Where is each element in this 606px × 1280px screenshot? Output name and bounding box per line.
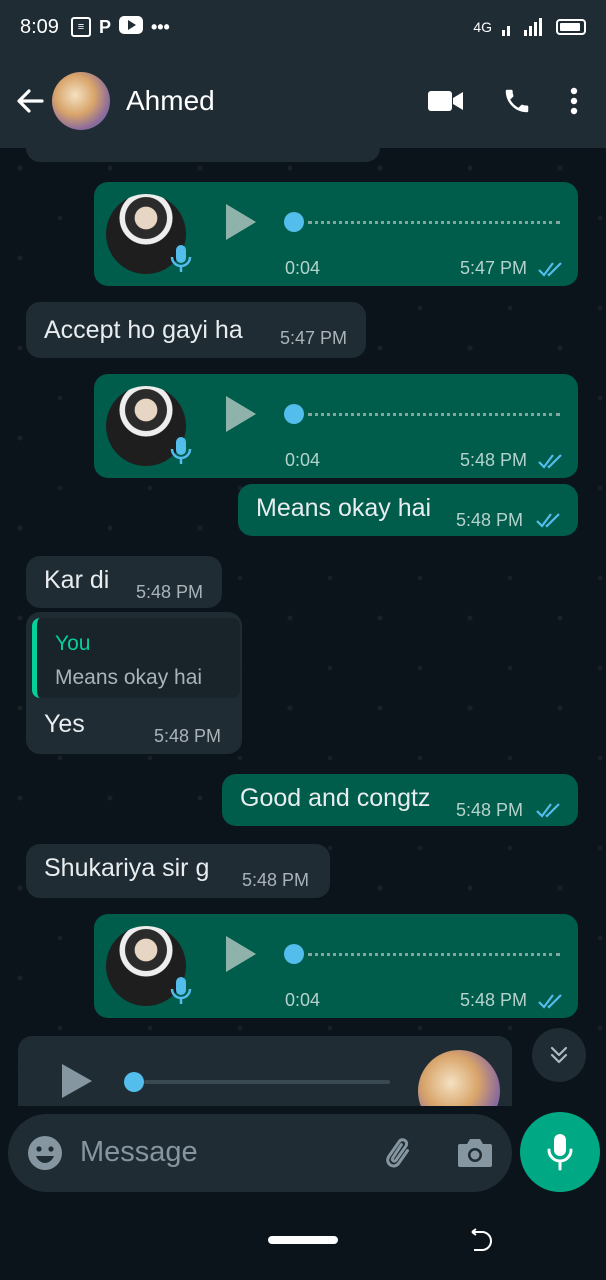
preview-progress-track[interactable] — [144, 1080, 390, 1084]
message-time: 5:48 PM — [456, 510, 524, 530]
voice-message[interactable]: 0:04 5:48 PM — [94, 374, 578, 478]
message-time: 5:48 PM — [460, 450, 528, 470]
play-icon[interactable] — [222, 934, 258, 974]
message-time: 5:47 PM — [460, 258, 528, 278]
mic-icon — [547, 1134, 573, 1171]
play-icon[interactable] — [60, 1062, 94, 1100]
voice-record-button[interactable] — [520, 1112, 600, 1192]
battery-icon — [556, 19, 586, 35]
more-notifications-icon: ••• — [150, 16, 170, 37]
voice-duration: 0:04 — [285, 450, 321, 470]
back-button[interactable] — [8, 79, 52, 123]
mic-icon — [170, 245, 192, 272]
contact-avatar[interactable] — [52, 72, 110, 130]
youtube-icon — [118, 15, 143, 39]
mic-icon — [170, 437, 192, 464]
chat-area[interactable]: 0:04 5:47 PM Accept ho gayi ha 5:47 PM 0… — [0, 148, 606, 1106]
status-time: 8:09 — [20, 15, 59, 38]
notification-icons: ≡ P ••• — [70, 15, 170, 39]
voice-duration: 0:04 — [285, 258, 321, 278]
signal-icon — [502, 18, 542, 36]
play-icon[interactable] — [222, 394, 258, 434]
contact-name[interactable]: Ahmed — [126, 85, 215, 117]
more-options-icon[interactable] — [570, 87, 578, 115]
mic-icon — [170, 977, 192, 1004]
double-check-icon — [538, 454, 562, 469]
message-time: 5:48 PM — [456, 800, 524, 820]
voice-message[interactable]: 0:04 5:48 PM — [94, 914, 578, 1018]
waveform[interactable] — [308, 413, 560, 416]
system-back-icon[interactable] — [468, 1228, 494, 1254]
message-time: 5:48 PM — [460, 990, 528, 1010]
back-arrow-icon — [17, 89, 44, 113]
system-icons: 4G — [473, 18, 586, 36]
message-bubble[interactable]: Shukariya sir g 5:48 PM — [26, 844, 330, 898]
emoji-icon[interactable] — [26, 1134, 64, 1172]
scroll-to-bottom-button[interactable] — [532, 1028, 586, 1082]
message-time: 5:47 PM — [280, 328, 348, 348]
chevron-double-down-icon — [550, 1046, 568, 1064]
message-bubble[interactable]: Means okay hai 5:48 PM — [238, 484, 578, 536]
play-icon[interactable] — [222, 202, 258, 242]
waveform[interactable] — [308, 221, 560, 224]
status-bar: 8:09 ≡ P ••• 4G — [0, 0, 606, 54]
message-composer — [8, 1114, 512, 1192]
attach-icon[interactable] — [380, 1134, 420, 1174]
message-input[interactable] — [80, 1132, 370, 1172]
preview-playback-thumb[interactable] — [124, 1072, 144, 1092]
message-bubble[interactable]: Accept ho gayi ha 5:47 PM — [26, 302, 366, 358]
quoted-sender: You — [55, 632, 91, 655]
message-bubble-cut — [26, 148, 380, 162]
voice-duration: 0:04 — [285, 990, 321, 1010]
quoted-message[interactable]: You Means okay hai — [32, 618, 240, 698]
message-text: Shukariya sir g — [44, 854, 210, 882]
phone-icon[interactable] — [502, 86, 532, 116]
message-text: Yes — [44, 710, 85, 738]
message-text: Means okay hai — [256, 494, 432, 522]
message-text: Good and congtz — [240, 784, 431, 812]
message-time: 5:48 PM — [136, 582, 204, 602]
message-text: Kar di — [44, 566, 110, 594]
composer-area — [0, 1106, 606, 1204]
waveform[interactable] — [308, 953, 560, 956]
playback-thumb[interactable] — [284, 404, 304, 424]
double-check-icon — [538, 994, 562, 1009]
video-call-icon[interactable] — [428, 89, 464, 113]
home-gesture-bar[interactable] — [268, 1236, 338, 1244]
double-check-icon — [538, 262, 562, 277]
voice-preview-bubble[interactable] — [18, 1036, 512, 1132]
p-app-icon: P — [98, 16, 111, 37]
news-icon: ≡ — [70, 17, 91, 37]
quoted-text: Means okay hai — [55, 666, 203, 689]
message-time: 5:48 PM — [242, 870, 310, 890]
message-bubble[interactable]: Good and congtz 5:48 PM — [222, 774, 578, 826]
camera-icon[interactable] — [456, 1136, 494, 1170]
network-type: 4G — [473, 19, 492, 35]
playback-thumb[interactable] — [284, 212, 304, 232]
system-navigation-bar — [0, 1204, 606, 1280]
double-check-icon — [536, 513, 560, 528]
voice-message[interactable]: 0:04 5:47 PM — [94, 182, 578, 286]
message-time: 5:48 PM — [154, 726, 222, 746]
playback-thumb[interactable] — [284, 944, 304, 964]
double-check-icon — [536, 803, 560, 818]
reply-message-bubble[interactable]: You Means okay hai Yes 5:48 PM — [26, 612, 242, 754]
message-text: Accept ho gayi ha — [44, 316, 243, 344]
message-bubble[interactable]: Kar di 5:48 PM — [26, 556, 222, 608]
chat-header: Ahmed — [0, 54, 606, 148]
